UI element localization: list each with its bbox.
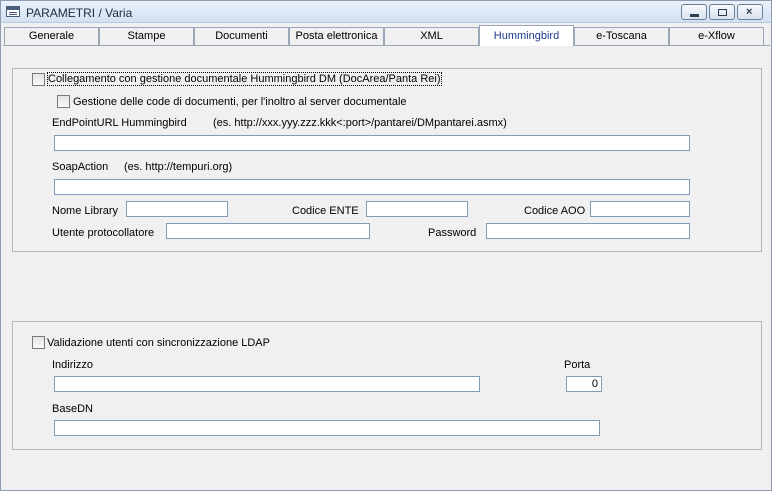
app-form-icon[interactable]	[6, 6, 20, 17]
tab-xml[interactable]: XML	[384, 27, 479, 46]
aoo-input[interactable]	[590, 201, 690, 217]
port-input[interactable]	[566, 376, 602, 392]
restore-icon	[718, 9, 727, 16]
basedn-input[interactable]	[54, 420, 600, 436]
endpoint-input[interactable]	[54, 135, 690, 151]
tab-e-xflow[interactable]: e-Xflow	[669, 27, 764, 46]
soap-label: SoapAction	[52, 161, 109, 173]
window-title: PARAMETRI / Varia	[26, 6, 133, 20]
ldap-group: Validazione utenti con sincronizzazione …	[12, 321, 762, 450]
minimize-button[interactable]	[681, 4, 707, 20]
tab-generale[interactable]: Generale	[4, 27, 99, 46]
tab-stampe[interactable]: Stampe	[99, 27, 194, 46]
ente-input[interactable]	[366, 201, 468, 217]
tab-strip: Generale Stampe Documenti Posta elettron…	[4, 25, 764, 46]
minimize-icon	[690, 14, 699, 17]
user-input[interactable]	[166, 223, 370, 239]
window-controls: ×	[681, 4, 763, 20]
user-label: Utente protocollatore	[52, 227, 155, 239]
endpoint-hint: (es. http://xxx.yyy.zzz.kkk<:port>/panta…	[213, 117, 507, 129]
ente-label: Codice ENTE	[292, 205, 359, 217]
password-input[interactable]	[486, 223, 690, 239]
queue-checkbox[interactable]	[57, 95, 70, 108]
soap-input[interactable]	[54, 179, 690, 195]
window: PARAMETRI / Varia × Generale Stampe Docu…	[0, 0, 772, 491]
title-bar[interactable]: PARAMETRI / Varia ×	[1, 1, 771, 23]
endpoint-label: EndPointURL Hummingbird	[52, 117, 187, 129]
queue-label[interactable]: Gestione delle code di documenti, per l'…	[73, 96, 407, 108]
restore-button[interactable]	[709, 4, 735, 20]
address-input[interactable]	[54, 376, 480, 392]
hummingbird-enable-label[interactable]: Collegamento con gestione documentale Hu…	[47, 72, 442, 86]
close-icon: ×	[746, 6, 753, 18]
library-input[interactable]	[126, 201, 228, 217]
library-label: Nome Library	[52, 205, 119, 217]
port-label: Porta	[564, 359, 591, 371]
ldap-enable-label[interactable]: Validazione utenti con sincronizzazione …	[47, 337, 270, 349]
password-label: Password	[428, 227, 477, 239]
tab-posta-elettronica[interactable]: Posta elettronica	[289, 27, 384, 46]
tab-panel-hummingbird: Collegamento con gestione documentale Hu…	[3, 45, 770, 490]
hummingbird-group: Collegamento con gestione documentale Hu…	[12, 68, 762, 252]
soap-hint: (es. http://tempuri.org)	[124, 161, 233, 173]
address-label: Indirizzo	[52, 359, 93, 371]
tab-hummingbird[interactable]: Hummingbird	[479, 25, 574, 46]
tab-e-toscana[interactable]: e-Toscana	[574, 27, 669, 46]
ldap-enable-checkbox[interactable]	[32, 336, 45, 349]
basedn-label: BaseDN	[52, 403, 93, 415]
hummingbird-enable-checkbox[interactable]	[32, 73, 45, 86]
tab-documenti[interactable]: Documenti	[194, 27, 289, 46]
close-button[interactable]: ×	[737, 4, 763, 20]
aoo-label: Codice AOO	[524, 205, 586, 217]
